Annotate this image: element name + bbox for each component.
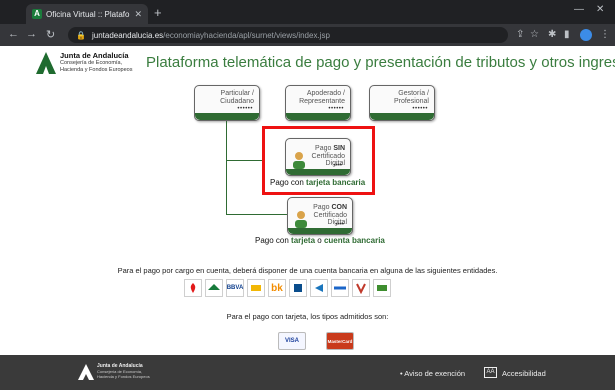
profile-label-1: Apoderado / [306, 90, 345, 97]
dots-icon: •••••• [328, 106, 344, 112]
pago-con-strong: CON [331, 204, 347, 211]
accessibility-icon[interactable]: AA [484, 367, 497, 378]
card-logos-row: VISA MasterCard [278, 332, 354, 350]
favicon-icon: A [32, 9, 42, 19]
pago-con-text: Pago [313, 204, 332, 211]
cajarural-logo-icon [247, 279, 265, 297]
forward-icon[interactable]: → [26, 28, 37, 40]
pago-con-certificado-button[interactable]: Pago CON Certificado Digital •••• [287, 197, 353, 235]
share-icon[interactable]: ⇪ [516, 29, 524, 40]
banks-info-text: Para el pago por cargo en cuenta, deberá… [117, 266, 498, 275]
pago-con-caption: Pago con tarjeta o cuenta bancaria [255, 236, 385, 245]
profile-particular-button[interactable]: Particular / Ciudadano •••••• [194, 85, 260, 121]
url-path: /economiayhacienda/apl/surnet/views/inde… [163, 30, 330, 40]
ibercaja-logo-icon [289, 279, 307, 297]
caption-strong: tarjeta [291, 236, 316, 245]
santander-logo-icon [184, 279, 202, 297]
cards-info-text: Para el pago con tarjeta, los tipos admi… [226, 312, 389, 321]
tree-line-branch-con [226, 214, 288, 215]
user-avatar-icon [295, 211, 307, 228]
caption-text: o [315, 236, 324, 245]
profile-label-1: Particular / [220, 90, 254, 97]
close-window-icon[interactable]: ✕ [596, 4, 604, 15]
dots-icon: •••••• [412, 106, 428, 112]
tree-line-vertical [226, 121, 227, 214]
profile-label-1: Gestoría / [398, 90, 429, 97]
menu-kebab-icon[interactable]: ⋮ [600, 29, 610, 40]
green-band [370, 113, 434, 120]
brand-sub2: Hacienda y Fondos Europeos [60, 66, 133, 73]
green-band [288, 228, 352, 234]
bookmark-star-icon[interactable]: ☆ [530, 29, 539, 40]
back-icon[interactable]: ← [8, 28, 19, 40]
footer-logo-icon [78, 364, 94, 380]
close-tab-icon[interactable]: ✕ [134, 9, 142, 20]
abanca-logo-icon [331, 279, 349, 297]
profile-apoderado-button[interactable]: Apoderado / Representante •••••• [285, 85, 351, 121]
tree-line-branch-sin [226, 160, 264, 161]
footer-brand: Junta de Andalucía Consejería de Economí… [97, 363, 150, 379]
profile-label-2: Profesional [393, 98, 429, 105]
cajasur-logo-icon [373, 279, 391, 297]
caixabank-logo-icon [310, 279, 328, 297]
mastercard-logo-icon: MasterCard [326, 332, 354, 350]
unicaja-logo-icon [205, 279, 223, 297]
browser-tabbar: A Oficina Virtual :: Plataforma de T... … [0, 0, 615, 24]
page-title: Plataforma telemática de pago y presenta… [146, 54, 615, 71]
url-host: juntadeandalucia.es [91, 30, 164, 40]
footer-brand-sub2: Hacienda y Fondos Europeos [97, 374, 150, 379]
junta-logo-icon[interactable] [36, 52, 56, 74]
pago-con-certificado: Certificado [313, 211, 347, 219]
sidepanel-icon[interactable]: ▮ [564, 29, 570, 40]
visa-logo-icon: VISA [278, 332, 306, 350]
address-bar-row: ← → ↻ 🔒 juntadeandalucia.es/economiayhac… [0, 24, 615, 46]
bank-logos-row: BBVA bk [184, 279, 391, 297]
brand-block: Junta de Andalucía Consejería de Economí… [60, 51, 150, 73]
new-tab-icon[interactable]: + [154, 5, 162, 20]
minimize-icon[interactable]: — [574, 4, 584, 15]
profile-label-2: Representante [299, 98, 345, 105]
dots-icon: •••••• [237, 106, 253, 112]
cajamar-logo-icon [352, 279, 370, 297]
bankinter-logo-icon: bk [268, 279, 286, 297]
browser-tab[interactable]: A Oficina Virtual :: Plataforma de T... … [26, 4, 148, 24]
brand-name: Junta de Andalucía [60, 51, 129, 60]
green-band [286, 113, 350, 120]
profile-avatar[interactable] [580, 29, 592, 41]
aviso-exencion-link[interactable]: • Aviso de exención [400, 369, 465, 378]
lock-icon: 🔒 [76, 30, 86, 40]
profile-gestoria-button[interactable]: Gestoría / Profesional •••••• [369, 85, 435, 121]
caption-strong: cuenta bancaria [323, 236, 385, 245]
reload-icon[interactable]: ↻ [46, 28, 55, 41]
accesibilidad-link[interactable]: Accesibilidad [502, 369, 546, 378]
green-band [195, 113, 259, 120]
tab-title: Oficina Virtual :: Plataforma de T... [46, 9, 130, 19]
highlight-box [262, 126, 375, 195]
profile-label-2: Ciudadano [220, 98, 254, 105]
extensions-icon[interactable]: ✱ [548, 29, 556, 40]
caption-text: Pago con [255, 236, 292, 245]
page-footer: Junta de Andalucía Consejería de Economí… [0, 355, 615, 390]
url-field[interactable]: 🔒 juntadeandalucia.es/economiayhacienda/… [68, 27, 508, 43]
bbva-logo-icon: BBVA [226, 279, 244, 297]
